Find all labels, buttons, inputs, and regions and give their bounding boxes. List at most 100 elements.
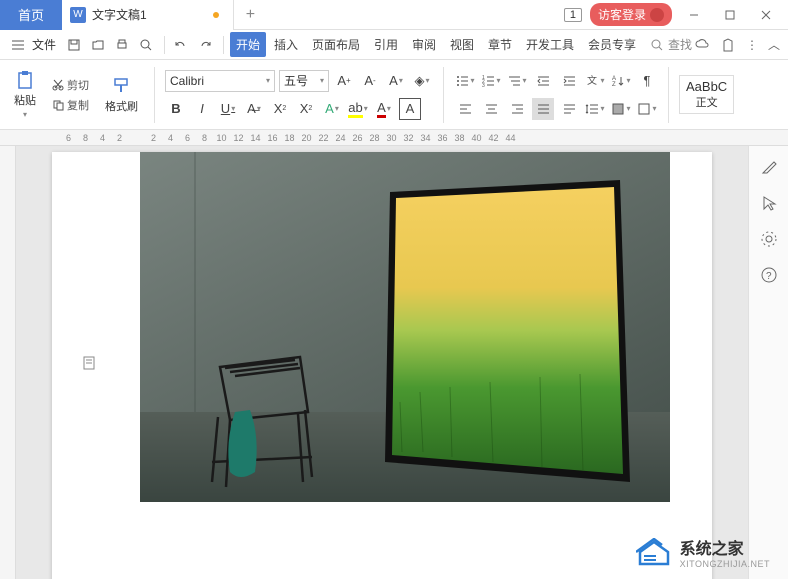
hamburger-icon xyxy=(11,38,25,52)
numlist-icon: 123 xyxy=(481,74,495,88)
undo-icon xyxy=(174,38,188,52)
pencil-tool-button[interactable] xyxy=(760,158,778,176)
save-icon xyxy=(67,38,81,52)
clear-format-button[interactable]: ◈ xyxy=(411,70,433,92)
ribbon-tab-view[interactable]: 视图 xyxy=(444,32,480,57)
preview-button[interactable] xyxy=(136,35,156,55)
styles-panel[interactable]: AaBbC 正文 xyxy=(679,75,734,114)
line-space-icon xyxy=(585,102,599,116)
separator xyxy=(443,67,444,123)
redo-button[interactable] xyxy=(195,35,215,55)
ribbon-tab-page-layout[interactable]: 页面布局 xyxy=(306,32,366,57)
watermark-logo: 系统之家 XITONGZHIJIA.NET xyxy=(636,535,770,569)
titlebar: 首页 W 文字文稿1 + 1 访客登录 xyxy=(0,0,788,30)
print-icon xyxy=(115,38,129,52)
strikethrough-button[interactable]: A̶ xyxy=(243,98,265,120)
search-label: 查找 xyxy=(668,36,692,53)
unsaved-indicator xyxy=(213,12,219,18)
number-list-button[interactable]: 123 xyxy=(480,70,502,92)
subscript-button[interactable]: X2 xyxy=(295,98,317,120)
format-painter-button[interactable]: 格式刷 xyxy=(99,74,144,116)
align-right-button[interactable] xyxy=(506,98,528,120)
print-button[interactable] xyxy=(112,35,132,55)
tab-document[interactable]: W 文字文稿1 xyxy=(62,0,234,30)
settings-button[interactable] xyxy=(760,230,778,248)
separator xyxy=(668,67,669,123)
inserted-image[interactable] xyxy=(140,152,670,502)
separator xyxy=(154,67,155,123)
titlebar-right: 1 访客登录 xyxy=(564,1,788,29)
select-tool-button[interactable] xyxy=(760,194,778,212)
separator xyxy=(164,36,165,54)
show-marks-button[interactable]: ¶ xyxy=(636,70,658,92)
copy-button[interactable]: 复制 xyxy=(48,96,93,114)
ribbon-tab-dev-tools[interactable]: 开发工具 xyxy=(520,32,580,57)
cut-button[interactable]: 剪切 xyxy=(48,76,93,94)
ribbon-tab-review[interactable]: 审阅 xyxy=(406,32,442,57)
minimize-button[interactable] xyxy=(680,1,708,29)
decrease-indent-button[interactable] xyxy=(532,70,554,92)
underline-button[interactable]: U xyxy=(217,98,239,120)
search-box[interactable]: 查找 xyxy=(650,36,692,53)
bold-button[interactable]: B xyxy=(165,98,187,120)
multilevel-list-button[interactable] xyxy=(506,70,528,92)
superscript-button[interactable]: X2 xyxy=(269,98,291,120)
border-button[interactable] xyxy=(636,98,658,120)
help-button[interactable]: ? xyxy=(760,266,778,284)
align-center-button[interactable] xyxy=(480,98,502,120)
tab-doc-label: 文字文稿1 xyxy=(92,6,147,23)
align-right-icon xyxy=(510,102,524,116)
align-justify-button[interactable] xyxy=(532,98,554,120)
open-button[interactable] xyxy=(88,35,108,55)
char-border-button[interactable]: A xyxy=(399,98,421,120)
font-color-button[interactable]: A xyxy=(373,98,395,120)
maximize-icon xyxy=(724,9,736,21)
tab-home[interactable]: 首页 xyxy=(0,0,62,30)
maximize-button[interactable] xyxy=(716,1,744,29)
line-spacing-button[interactable] xyxy=(584,98,606,120)
change-case-button[interactable]: A xyxy=(385,70,407,92)
highlight-button[interactable]: ab xyxy=(347,98,369,120)
ribbon-tab-member[interactable]: 会员专享 xyxy=(582,32,642,57)
ribbon-tab-references[interactable]: 引用 xyxy=(368,32,404,57)
align-distribute-button[interactable] xyxy=(558,98,580,120)
font-family-select[interactable]: Calibri▾ xyxy=(165,70,275,92)
tab-add-button[interactable]: + xyxy=(234,6,267,24)
font-size-select[interactable]: 五号▾ xyxy=(279,70,329,92)
dec-indent-icon xyxy=(536,74,550,88)
file-menu[interactable]: 文件 xyxy=(32,36,56,53)
undo-button[interactable] xyxy=(171,35,191,55)
close-button[interactable] xyxy=(752,1,780,29)
tab-count-badge[interactable]: 1 xyxy=(564,8,582,22)
inc-indent-icon xyxy=(562,74,576,88)
italic-button[interactable]: I xyxy=(191,98,213,120)
increase-indent-button[interactable] xyxy=(558,70,580,92)
sort-button[interactable]: AZ xyxy=(610,70,632,92)
paste-button[interactable]: 粘贴 ▾ xyxy=(8,68,42,121)
collapse-ribbon-button[interactable]: ︿ xyxy=(768,36,780,53)
page[interactable] xyxy=(52,152,712,579)
text-effect-button[interactable]: A xyxy=(321,98,343,120)
bullet-list-button[interactable] xyxy=(454,70,476,92)
cloud-button[interactable] xyxy=(694,37,710,53)
pencil-icon xyxy=(760,158,778,176)
login-button[interactable]: 访客登录 xyxy=(590,3,672,26)
ribbon-tab-start[interactable]: 开始 xyxy=(230,32,266,57)
align-left-button[interactable] xyxy=(454,98,476,120)
skin-icon xyxy=(720,37,736,53)
ribbon-tab-insert[interactable]: 插入 xyxy=(268,32,304,57)
ruler-vertical[interactable] xyxy=(0,146,16,579)
ruler-horizontal[interactable]: 6842246810121416182022242628303234363840… xyxy=(0,130,788,146)
text-direction-button[interactable]: 文 xyxy=(584,70,606,92)
skin-button[interactable] xyxy=(720,37,736,53)
shading-button[interactable] xyxy=(610,98,632,120)
page-margin-icon[interactable] xyxy=(82,355,98,371)
document-canvas[interactable] xyxy=(16,146,748,579)
menubar: 文件 开始 插入 页面布局 引用 审阅 视图 章节 开发工具 会员专享 查找 ⋮… xyxy=(0,30,788,60)
more-button[interactable]: ⋮ xyxy=(746,38,758,52)
menu-hamburger-button[interactable] xyxy=(8,35,28,55)
shrink-font-button[interactable]: A- xyxy=(359,70,381,92)
grow-font-button[interactable]: A+ xyxy=(333,70,355,92)
save-button[interactable] xyxy=(64,35,84,55)
ribbon-tab-chapter[interactable]: 章节 xyxy=(482,32,518,57)
